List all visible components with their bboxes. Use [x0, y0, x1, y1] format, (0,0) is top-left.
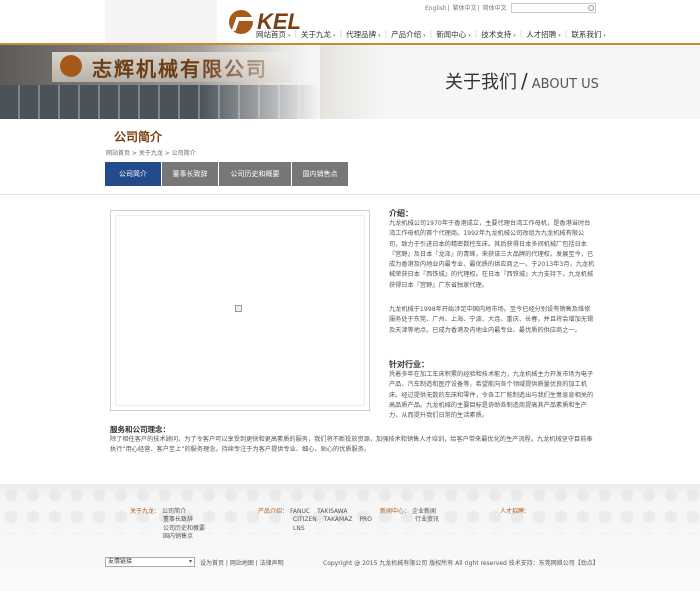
nav-home[interactable]: 网站首页: [252, 29, 295, 41]
banner-title-en: ABOUT US: [531, 77, 599, 92]
footer-link[interactable]: 公司简介: [162, 508, 186, 515]
lang-simplified[interactable]: 简体中文: [483, 5, 507, 12]
industry-paragraph: 凭着多年在加工车床积累的经验和技术能力，九龙机械主力开发市场为电子产品、汽车制造…: [389, 371, 594, 420]
intro-paragraph-1: 九龙机械公司1970年于香港成立，主要代理台湾工作母机，是香港当时台湾工作母机的…: [389, 220, 595, 289]
service-heading: 服务和公司理念：: [110, 425, 170, 434]
footer-product-link[interactable]: TAKAMAZ: [324, 516, 353, 523]
logo[interactable]: KEL: [105, 0, 301, 44]
footer-link[interactable]: 企业新闻: [412, 508, 436, 515]
sign-logo-icon: [60, 55, 82, 77]
nav-support[interactable]: 技术支持: [477, 29, 520, 41]
intro-heading: 介绍：: [389, 209, 413, 218]
content-divider: [0, 194, 700, 195]
lang-english[interactable]: English: [425, 5, 447, 12]
banner-photo: 志辉机械有限公司: [0, 45, 320, 119]
top-bar: KEL English| 繁体中文| 简体中文 网站首页| 关于九龙| 代理品牌…: [0, 0, 700, 44]
footer-products: 产品介绍： FANUC TAKISAWA CITIZEN TAKAMAZ PRO LNS: [258, 508, 372, 533]
footer-news: 新闻中心： 企业新闻 行业资讯: [380, 508, 439, 525]
page: KEL English| 繁体中文| 简体中文 网站首页| 关于九龙| 代理品牌…: [0, 0, 700, 591]
copyright: Copyright @ 2015 九龙机械有限公司 版权所有 All right…: [323, 560, 599, 567]
footer-product-link[interactable]: FANUC: [290, 508, 310, 515]
footer-link[interactable]: 国内销售点: [130, 533, 205, 541]
footer-product-link[interactable]: PRO: [359, 516, 372, 523]
footer-utility-links[interactable]: 设为首页 | 网站地图 | 法律声明: [200, 558, 284, 567]
footer-about-label: 关于九龙：: [130, 508, 161, 515]
footer-jobs: 人才招聘：: [500, 508, 532, 516]
footer-product-link[interactable]: CITIZEN: [293, 516, 317, 523]
intro-paragraph-2: 九龙机械于1998年开始涉足中国内地市场。至今已经分别设有销售及维修服务处于东莞…: [389, 306, 594, 334]
banner-title-slash: /: [521, 69, 528, 93]
industry-heading: 针对行业：: [389, 360, 429, 369]
footer-jobs-label[interactable]: 人才招聘：: [500, 508, 530, 516]
nav-jobs[interactable]: 人才招聘: [522, 29, 565, 41]
footer-link[interactable]: 董事长致辞: [130, 516, 205, 524]
friend-links-select[interactable]: 友情链接: [105, 557, 195, 567]
service-paragraph: 除了相任客户的技术顾问，为了令客户可以享受到更快和更高素质的服务，我们将不断投放…: [110, 436, 593, 454]
tab-chairman-message[interactable]: 董事长致辞: [162, 162, 218, 186]
language-switcher: English| 繁体中文| 简体中文: [425, 5, 507, 12]
banner-title: 关于我们 / ABOUT US: [445, 68, 599, 94]
banner-title-cn: 关于我们: [445, 72, 517, 93]
nav-products[interactable]: 产品介绍: [387, 29, 430, 41]
tab-domestic-sales[interactable]: 国内销售点: [292, 162, 348, 186]
footer-news-label: 新闻中心：: [380, 508, 411, 515]
broken-image-icon: [235, 305, 242, 312]
footer-product-link[interactable]: TAKISAWA: [317, 508, 347, 515]
lang-traditional[interactable]: 繁体中文: [453, 5, 477, 12]
footer-product-link[interactable]: LNS: [258, 525, 368, 533]
footer-link[interactable]: 公司历史和概要: [130, 525, 205, 533]
nav-brands[interactable]: 代理品牌: [342, 29, 385, 41]
footer-link[interactable]: 行业资讯: [380, 516, 439, 524]
tab-company-profile[interactable]: 公司简介: [105, 162, 161, 186]
search-icon[interactable]: [588, 5, 594, 11]
main-nav: 网站首页| 关于九龙| 代理品牌| 产品介绍| 新闻中心| 技术支持| 人才招聘…: [252, 29, 610, 41]
footer-products-label: 产品介绍：: [258, 508, 289, 515]
search-input[interactable]: [511, 3, 596, 13]
sub-tabs: 公司简介 董事长致辞 公司历史和概要 国内销售点: [105, 162, 349, 186]
nav-about[interactable]: 关于九龙: [297, 29, 340, 41]
nav-contact[interactable]: 联系我们: [567, 29, 610, 41]
tab-company-history[interactable]: 公司历史和概要: [219, 162, 291, 186]
page-title: 公司简介: [114, 130, 163, 144]
footer-about: 关于九龙： 公司简介 董事长致辞 公司历史和概要 国内销售点: [130, 508, 205, 542]
breadcrumb[interactable]: 网站首页 > 关于九龙 > 公司简介: [106, 148, 196, 157]
logo-mark-icon: [229, 10, 253, 34]
nav-news[interactable]: 新闻中心: [432, 29, 475, 41]
